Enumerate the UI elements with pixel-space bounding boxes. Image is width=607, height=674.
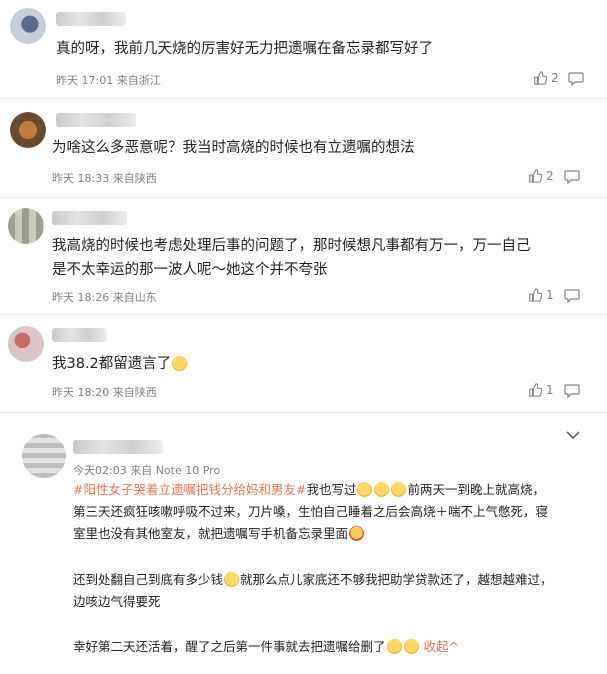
comment-source: 来自山东 <box>112 291 157 304</box>
like-button[interactable]: 2 <box>528 169 554 183</box>
collapse-label: 收起 <box>423 639 449 654</box>
thumbs-up-icon <box>529 383 542 397</box>
post-text: 前两天一到晚上就高烧， <box>407 482 545 497</box>
like-count: 2 <box>546 169 554 183</box>
username[interactable] <box>52 328 107 342</box>
avatar[interactable] <box>8 208 44 244</box>
hashtag-link[interactable]: #阳性女子哭着立遗嘱把钱分给妈和男友# <box>73 482 306 497</box>
comment-time: 昨天 17:01 <box>56 74 114 87</box>
username[interactable] <box>56 113 136 127</box>
comment-text-line-1: 我高烧的时候也考虑处理后事的问题了，那时候想凡事都有万一，万一自己 <box>52 238 531 254</box>
post-text: 幸好第二天还活着，醒了之后第一件事就去把遗嘱给删了 <box>73 639 386 654</box>
post-paragraph-3: 幸好第二天还活着，醒了之后第一件事就去把遗嘱给删了 收起^ <box>73 636 583 658</box>
comment-meta: 昨天 17:01 来自浙江 <box>56 72 161 88</box>
post-text: 室里也没有其他室友，就把遗嘱写手机备忘录里面 <box>73 526 349 541</box>
post-text: 我也写过 <box>306 482 357 497</box>
post-source: 来自 Note 10 Pro <box>130 464 221 477</box>
comment-source: 来自浙江 <box>116 74 161 87</box>
avatar[interactable] <box>10 112 46 148</box>
like-button[interactable]: 1 <box>528 288 554 302</box>
emoji-icon <box>391 482 407 497</box>
comment-time: 昨天 18:26 <box>52 291 110 304</box>
avatar[interactable] <box>8 326 44 362</box>
comment-meta: 昨天 18:26 来自山东 <box>52 289 157 305</box>
emoji-icon <box>349 526 365 541</box>
comment-item: 为啥这么多恶意呢？我当时高烧的时候也有立遗嘱的想法 昨天 18:33 来自陕西 … <box>0 100 607 195</box>
comment-item: 我38.2都留遗言了 昨天 18:20 来自陕西 1 <box>0 316 607 408</box>
like-button[interactable]: 1 <box>528 383 554 397</box>
post-text: 就那么点儿家底还不够我把助学贷款还了，越想越难过， <box>240 572 553 587</box>
emoji-icon <box>224 572 240 587</box>
comment-text: 真的呀，我前几天烧的厉害好无力把遗嘱在备忘录都写好了 <box>56 41 433 57</box>
comment-source: 来自陕西 <box>112 386 157 399</box>
emoji-icon <box>374 482 390 497</box>
comment-icon[interactable] <box>568 72 584 86</box>
emoji-icon <box>172 356 188 371</box>
like-count: 1 <box>546 383 554 397</box>
chevron-down-icon[interactable] <box>566 430 580 440</box>
comment-meta: 昨天 18:33 来自陕西 <box>52 170 157 186</box>
comment-icon[interactable] <box>564 384 580 398</box>
thumbs-up-icon <box>529 169 542 183</box>
comment-meta: 昨天 18:20 来自陕西 <box>52 384 157 400</box>
post-text: 边咳边气得要死 <box>73 594 161 609</box>
divider <box>0 98 607 99</box>
comment-source: 来自陕西 <box>112 172 157 185</box>
post-text: 第三天还疯狂咳嗽呼吸不过来，刀片嗓，生怕自己睡着之后会高烧＋喘不上气憋死，寝 <box>73 504 549 519</box>
emoji-icon <box>357 482 373 497</box>
comment-text: 为啥这么多恶意呢？我当时高烧的时候也有立遗嘱的想法 <box>52 140 415 156</box>
like-button[interactable]: 2 <box>533 71 559 85</box>
post-text: 还到处翻自己到底有多少钱 <box>73 572 224 587</box>
comment-item: 真的呀，我前几天烧的厉害好无力把遗嘱在备忘录都写好了 昨天 17:01 来自浙江… <box>0 0 607 95</box>
thumbs-up-icon <box>534 71 547 85</box>
comment-item: 我高烧的时候也考虑处理后事的问题了，那时候想凡事都有万一，万一自己 是不太幸运的… <box>0 198 607 313</box>
comment-time: 昨天 18:20 <box>52 386 110 399</box>
post-time: 今天02:03 <box>73 464 127 477</box>
chevron-up-icon: ^ <box>448 639 459 654</box>
like-count: 1 <box>546 288 554 302</box>
username[interactable] <box>56 12 126 26</box>
divider <box>0 412 607 413</box>
comment-text: 我38.2都留遗言了 <box>52 352 188 376</box>
avatar[interactable] <box>22 434 66 478</box>
post-paragraph-1: #阳性女子哭着立遗嘱把钱分给妈和男友#我也写过 前两天一到晚上就高烧， 第三天还疯… <box>73 479 583 545</box>
post-paragraph-2: 还到处翻自己到底有多少钱 就那么点儿家底还不够我把助学贷款还了，越想越难过， 边咳… <box>73 569 583 613</box>
comment-text-content: 我38.2都留遗言了 <box>52 356 172 372</box>
thumbs-up-icon <box>529 288 542 302</box>
post-meta: 今天02:03 来自 Note 10 Pro <box>73 462 220 478</box>
avatar[interactable] <box>10 8 46 44</box>
collapse-link[interactable]: 收起^ <box>424 639 460 654</box>
username[interactable] <box>52 211 127 225</box>
emoji-icon <box>386 639 402 654</box>
divider <box>0 314 607 315</box>
comment-icon[interactable] <box>564 289 580 303</box>
emoji-icon <box>403 639 419 654</box>
comment-time: 昨天 18:33 <box>52 172 110 185</box>
username[interactable] <box>73 440 163 454</box>
like-count: 2 <box>551 71 559 85</box>
post-item: 今天02:03 来自 Note 10 Pro #阳性女子哭着立遗嘱把钱分给妈和男… <box>0 414 607 674</box>
comment-text-line-2: 是不太幸运的那一波人呢～她这个并不夸张 <box>52 262 328 278</box>
comment-icon[interactable] <box>564 170 580 184</box>
